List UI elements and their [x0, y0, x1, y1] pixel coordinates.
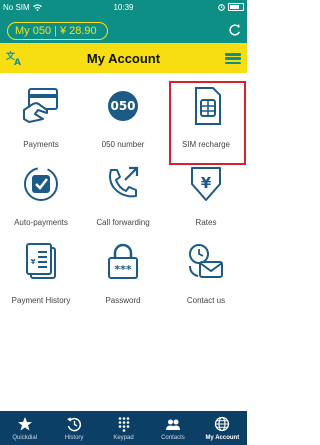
svg-text:¥: ¥ [31, 258, 36, 266]
contact-us-item[interactable]: Contact us [165, 237, 247, 316]
050-number-item[interactable]: 050 050 number [82, 81, 164, 160]
bottom-tab-bar: Quickdial History Keypad Contacts My Acc… [0, 411, 247, 445]
item-label: Payments [23, 140, 59, 149]
tab-contacts[interactable]: Contacts [148, 411, 197, 445]
item-label: Payment History [11, 296, 71, 305]
card-payment-icon [23, 88, 58, 123]
status-time: 10:39 [113, 3, 134, 12]
contacts-icon [165, 419, 180, 430]
call-forwarding-item[interactable]: Call forwarding [82, 159, 164, 238]
rates-item[interactable]: ¥ Rates [165, 159, 247, 238]
item-label: Password [105, 296, 141, 305]
tab-my-account[interactable]: My Account [198, 411, 247, 445]
item-label: Call forwarding [96, 218, 150, 227]
auto-payment-icon [24, 167, 58, 201]
rates-icon: ¥ [191, 167, 221, 201]
item-label: Auto-payments [14, 218, 68, 227]
balance-pill[interactable]: My 050 | ¥ 28.90 [7, 22, 108, 40]
payments-item[interactable]: Payments [0, 81, 82, 160]
tab-quickdial[interactable]: Quickdial [0, 411, 49, 445]
balance-amount: ¥ 28.90 [59, 25, 97, 37]
battery-icon [228, 3, 244, 11]
item-label: Contact us [186, 296, 226, 305]
svg-text:***: *** [114, 263, 132, 276]
history-icon [67, 417, 82, 432]
alarm-icon [218, 3, 225, 11]
tab-label: My Account [205, 435, 240, 441]
status-bar: No SIM 10:39 [0, 0, 247, 18]
password-item[interactable]: *** Password [82, 237, 164, 316]
tab-keypad[interactable]: Keypad [99, 411, 148, 445]
refresh-icon[interactable] [228, 22, 242, 38]
sim-recharge-highlight [169, 81, 246, 165]
star-icon [17, 417, 32, 431]
call-forwarding-icon [109, 166, 139, 198]
globe-icon [215, 416, 230, 432]
password-lock-icon: *** [108, 243, 138, 279]
svg-text:050: 050 [110, 99, 135, 113]
keypad-icon [118, 417, 129, 432]
hamburger-menu-icon[interactable] [225, 53, 241, 64]
balance-label: My 050 [15, 25, 52, 37]
050-number-icon: 050 [108, 91, 138, 121]
item-label: 050 number [101, 140, 145, 149]
auto-payments-item[interactable]: Auto-payments [0, 159, 82, 238]
tab-label: Keypad [113, 435, 134, 441]
status-right [218, 3, 244, 11]
payment-history-item[interactable]: ¥ Payment History [0, 237, 82, 316]
page-title: My Account [86, 51, 161, 66]
tab-label: History [64, 435, 84, 441]
tab-label: Quickdial [12, 435, 38, 441]
svg-text:¥: ¥ [201, 174, 212, 192]
tab-label: Contacts [161, 435, 185, 441]
payment-history-icon: ¥ [26, 243, 56, 279]
item-label: Rates [195, 218, 217, 227]
tab-history[interactable]: History [49, 411, 98, 445]
balance-separator: | [54, 25, 57, 37]
contact-us-icon [189, 244, 223, 278]
